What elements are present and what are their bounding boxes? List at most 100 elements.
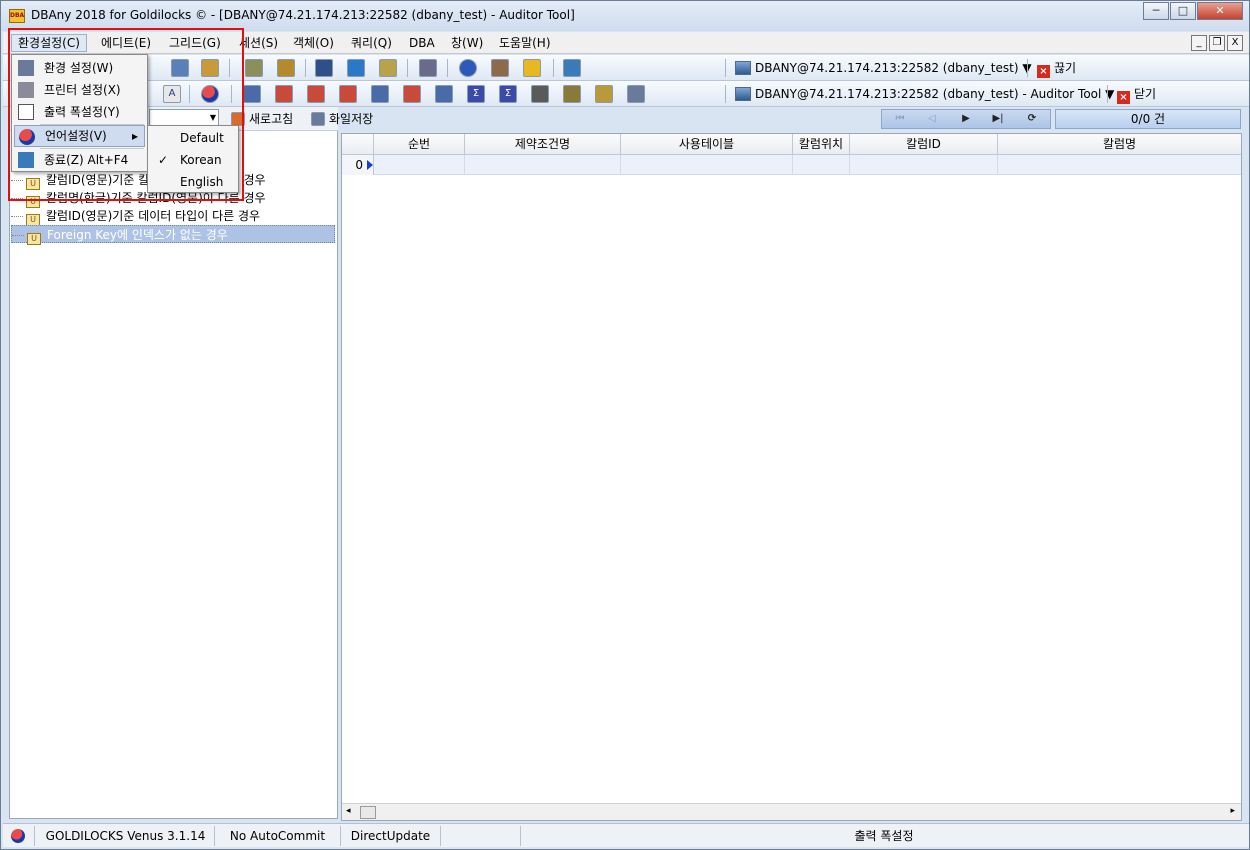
menu-item-output-width[interactable]: 출력 폭설정(Y) [14, 101, 145, 123]
menu-edit[interactable]: 에디트(E) [95, 34, 157, 52]
toolbar-separator [1027, 59, 1028, 77]
prev-record-button[interactable]: ◁ [922, 112, 942, 126]
exit-icon [18, 152, 34, 168]
font-icon[interactable]: A [163, 85, 181, 103]
mdi-close-button[interactable]: X [1227, 35, 1243, 51]
list-icon[interactable] [171, 59, 189, 77]
scroll-right-icon[interactable]: ▸ [1230, 806, 1235, 816]
maximize-button[interactable]: □ [1170, 2, 1196, 20]
sql-icon[interactable] [201, 59, 219, 77]
record-navigator: ⏮ ◁ ▶ ▶| ⟳ [881, 109, 1051, 129]
save-file-button[interactable]: 화일저장 [311, 109, 373, 129]
secondary-toolbar: A Σ Σ DBANY@74.21.174.213:22582 (dbany_t… [3, 81, 1249, 107]
menu-item-exit[interactable]: 종료(Z) Alt+F4 [14, 149, 145, 171]
menu-query[interactable]: 쿼리(Q) [345, 34, 398, 52]
column-header[interactable]: 칼럼ID [850, 134, 998, 155]
language-korean[interactable]: ✓ Korean [150, 149, 236, 171]
menu-session[interactable]: 세션(S) [233, 34, 284, 52]
update-mode: DirectUpdate [341, 826, 441, 846]
menu-dba[interactable]: DBA [403, 34, 441, 52]
menu-settings[interactable]: 환경설정(C) [11, 34, 87, 52]
db-version: GOLDILOCKS Venus 3.1.14 [37, 826, 215, 846]
tools-icon[interactable] [245, 59, 263, 77]
submenu-arrow-icon: ▸ [131, 129, 138, 143]
column-header[interactable]: 사용테이블 [621, 134, 793, 155]
tree-item-selected[interactable]: U Foreign Key에 인덱스가 없는 경우 [11, 225, 335, 245]
globe-icon [19, 129, 35, 145]
menu-grid[interactable]: 그리드(G) [163, 34, 227, 52]
chart-icon[interactable] [315, 59, 333, 77]
close-window-button[interactable]: ✕ [1197, 2, 1243, 20]
tree-item[interactable]: U 칼럼ID(영문)기준 데이터 타입이 다른 경우 [11, 207, 260, 226]
language-english[interactable]: English [150, 171, 236, 193]
scroll-left-icon[interactable]: ◂ [346, 806, 351, 816]
last-record-button[interactable]: ▶| [988, 112, 1008, 126]
disconnect-label: 끊기 [1054, 61, 1077, 75]
table-edit-icon[interactable] [307, 85, 325, 103]
close-tool-button[interactable]: × 닫기 [1117, 84, 1156, 104]
menu-item-environment[interactable]: 환경 설정(W) [14, 57, 145, 79]
horizontal-scrollbar[interactable]: ◂ ▸ [342, 803, 1241, 820]
column-header[interactable]: 칼럼위치 [793, 134, 850, 155]
table-cell[interactable] [793, 155, 850, 175]
window-title: DBAny 2018 for Goldilocks © - [DBANY@74.… [31, 8, 575, 22]
mdi-restore-button[interactable]: ❐ [1209, 35, 1225, 51]
column-header[interactable]: 칼럼명 [998, 134, 1241, 155]
disconnect-button[interactable]: × 끊기 [1037, 58, 1076, 78]
table-add-icon[interactable] [275, 85, 293, 103]
filter-icon[interactable] [563, 85, 581, 103]
table-icon[interactable] [243, 85, 261, 103]
status-bar: GOLDILOCKS Venus 3.1.14 No AutoCommit Di… [3, 823, 1249, 847]
menu-help[interactable]: 도움말(H) [493, 34, 557, 52]
column-header[interactable]: 순번 [374, 134, 465, 155]
tools-icon [18, 60, 34, 76]
menu-item-language[interactable]: 언어설정(V) ▸ [14, 125, 145, 147]
connection-label: DBANY@74.21.174.213:22582 (dbany_test) ▼ [755, 61, 1032, 75]
table-delete-icon[interactable] [339, 85, 357, 103]
column-icon[interactable] [371, 85, 389, 103]
export-icon[interactable] [627, 85, 645, 103]
index-icon[interactable] [403, 85, 421, 103]
table-cell[interactable] [374, 155, 465, 175]
auditor-connection-selector[interactable]: DBANY@74.21.174.213:22582 (dbany_test) -… [735, 84, 1114, 104]
language-default[interactable]: Default [150, 127, 236, 149]
close-tool-label: 닫기 [1134, 87, 1157, 101]
connection-selector[interactable]: DBANY@74.21.174.213:22582 (dbany_test) ▼ [735, 58, 1032, 78]
sort-icon[interactable] [531, 85, 549, 103]
printer-icon [18, 82, 34, 98]
monitor-icon[interactable] [347, 59, 365, 77]
key-icon[interactable] [277, 59, 295, 77]
toolbar-separator [725, 59, 726, 77]
refresh-button[interactable]: 새로고침 [231, 109, 293, 129]
table-row[interactable]: 0 [342, 155, 1241, 175]
search-icon[interactable] [595, 85, 613, 103]
scroll-thumb[interactable] [360, 806, 376, 819]
mdi-minimize-button[interactable]: _ [1191, 35, 1207, 51]
table-cell[interactable] [621, 155, 793, 175]
menu-object[interactable]: 객체(O) [287, 34, 340, 52]
minimize-button[interactable]: ─ [1143, 2, 1169, 20]
menu-window[interactable]: 창(W) [445, 34, 489, 52]
cube-icon[interactable] [491, 59, 509, 77]
toolbar-separator [553, 59, 554, 77]
sum-icon[interactable]: Σ [467, 85, 485, 103]
reload-button[interactable]: ⟳ [1022, 112, 1042, 126]
first-record-button[interactable]: ⏮ [890, 112, 910, 126]
binoculars-icon[interactable] [419, 59, 437, 77]
menu-item-printer[interactable]: 프린터 설정(X) [14, 79, 145, 101]
dba-icon[interactable] [523, 59, 541, 77]
view-icon[interactable] [435, 85, 453, 103]
exit-icon[interactable] [563, 59, 581, 77]
document-icon[interactable] [379, 59, 397, 77]
column-header[interactable]: 제약조건명 [465, 134, 621, 155]
menu-item-label: 프린터 설정(X) [44, 83, 121, 97]
language-globe-icon[interactable] [201, 85, 219, 103]
sigma-icon[interactable]: Σ [499, 85, 517, 103]
settings-menu: 환경 설정(W) 프린터 설정(X) 출력 폭설정(Y) 언어설정(V) ▸ 종… [11, 54, 148, 172]
help-icon[interactable] [459, 59, 477, 77]
table-cell[interactable] [465, 155, 621, 175]
globe-icon [11, 829, 25, 843]
table-cell[interactable] [850, 155, 998, 175]
toolbar-separator [447, 59, 448, 77]
next-record-button[interactable]: ▶ [956, 112, 976, 126]
